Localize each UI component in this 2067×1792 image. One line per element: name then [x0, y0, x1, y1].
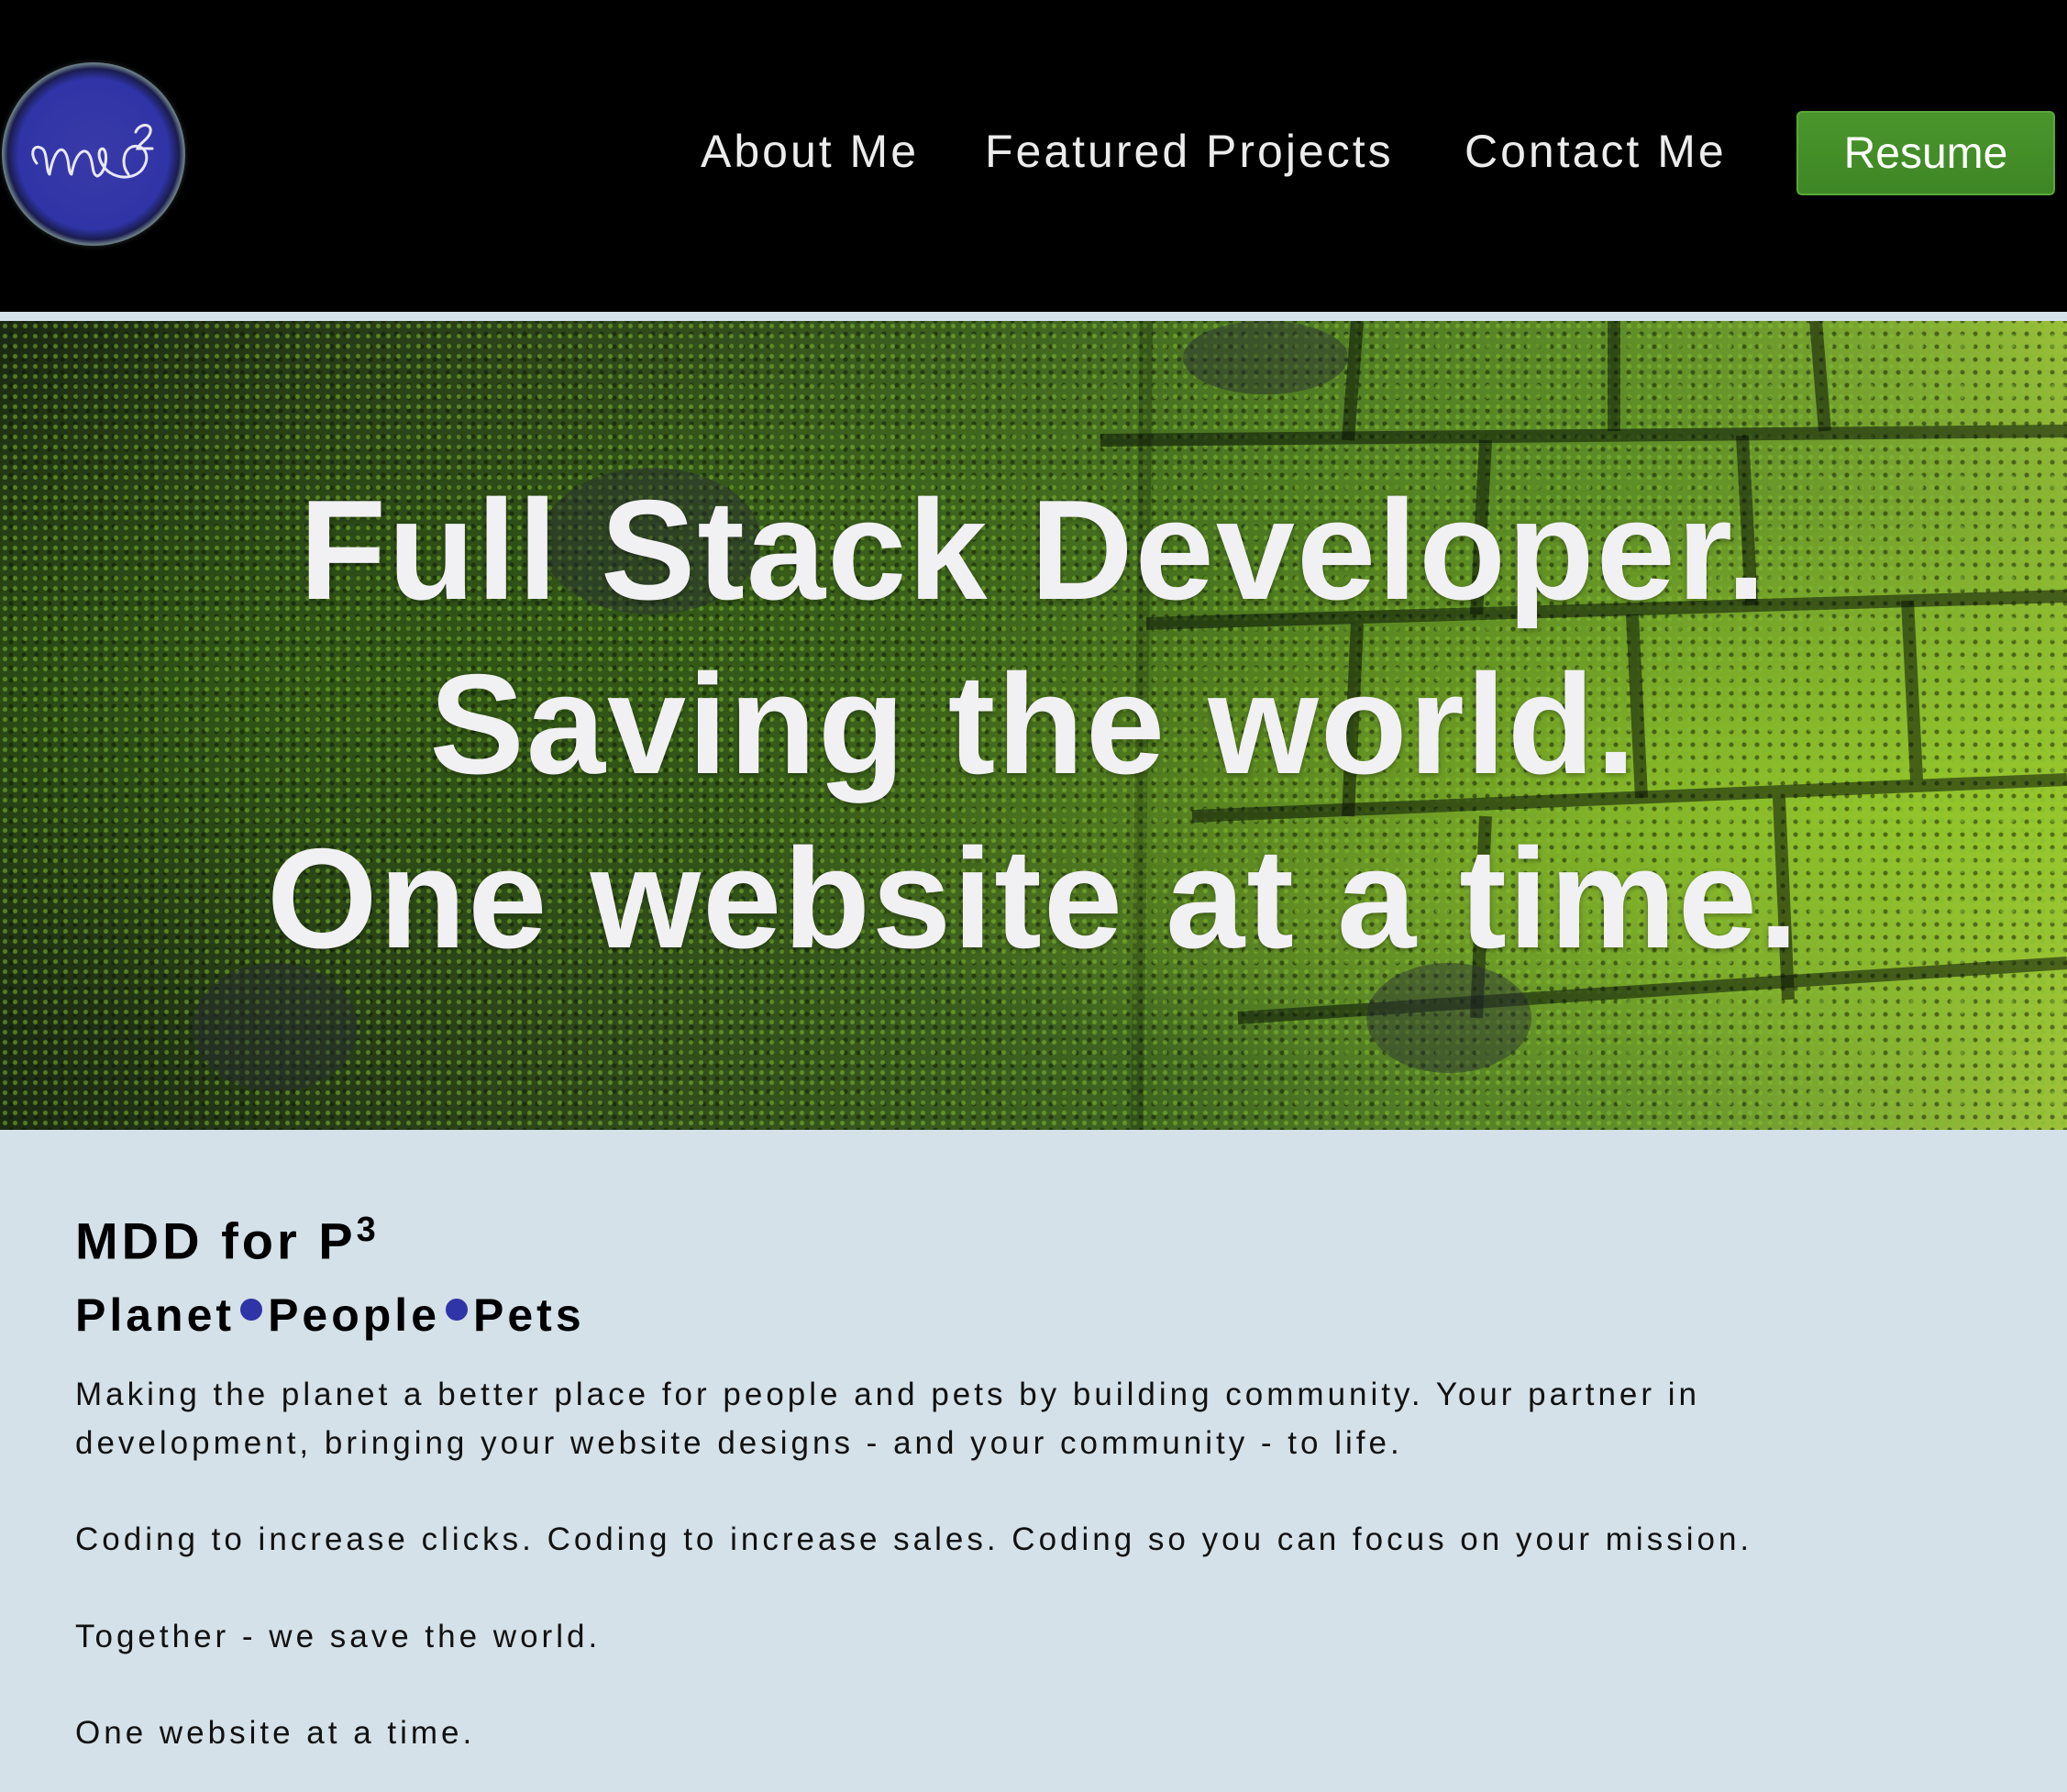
navbar: About Me Featured Projects Contact Me Re…	[0, 0, 2067, 312]
navbar-divider	[0, 312, 2067, 321]
tagline-people: People	[268, 1289, 441, 1341]
nav-link-about-me[interactable]: About Me	[701, 125, 919, 178]
intro-paragraph-line-2: development, bringing your website desig…	[75, 1425, 1403, 1461]
coding-paragraph: Coding to increase clicks. Coding to inc…	[75, 1521, 1753, 1557]
section-title-text: MDD for P	[75, 1211, 357, 1270]
bullet-dot-icon	[446, 1299, 469, 1321]
tagline-pets: Pets	[473, 1289, 585, 1341]
one-website-paragraph: One website at a time.	[75, 1715, 476, 1751]
tagline: Planet People Pets	[75, 1289, 585, 1342]
section-title-superscript: 3	[356, 1211, 380, 1249]
hero-headline-line-3: One website at a time.	[266, 819, 1801, 978]
tagline-planet: Planet	[75, 1289, 236, 1341]
hero-headline-line-2: Saving the world.	[429, 645, 1638, 803]
logo[interactable]	[2, 62, 185, 246]
intro-paragraph-line-1: Making the planet a better place for peo…	[75, 1377, 1701, 1412]
nav-link-contact-me[interactable]: Contact Me	[1465, 125, 1727, 178]
bullet-dot-icon	[240, 1299, 263, 1321]
hero-headline-line-1: Full Stack Developer.	[299, 470, 1768, 629]
hero-banner: Full Stack Developer. Saving the world. …	[0, 321, 2067, 1130]
logo-monogram-icon	[31, 124, 154, 179]
together-paragraph: Together - we save the world.	[75, 1619, 602, 1654]
nav-link-featured-projects[interactable]: Featured Projects	[985, 125, 1394, 178]
section-title: MDD for P3	[75, 1211, 380, 1271]
resume-button[interactable]: Resume	[1796, 111, 2055, 195]
